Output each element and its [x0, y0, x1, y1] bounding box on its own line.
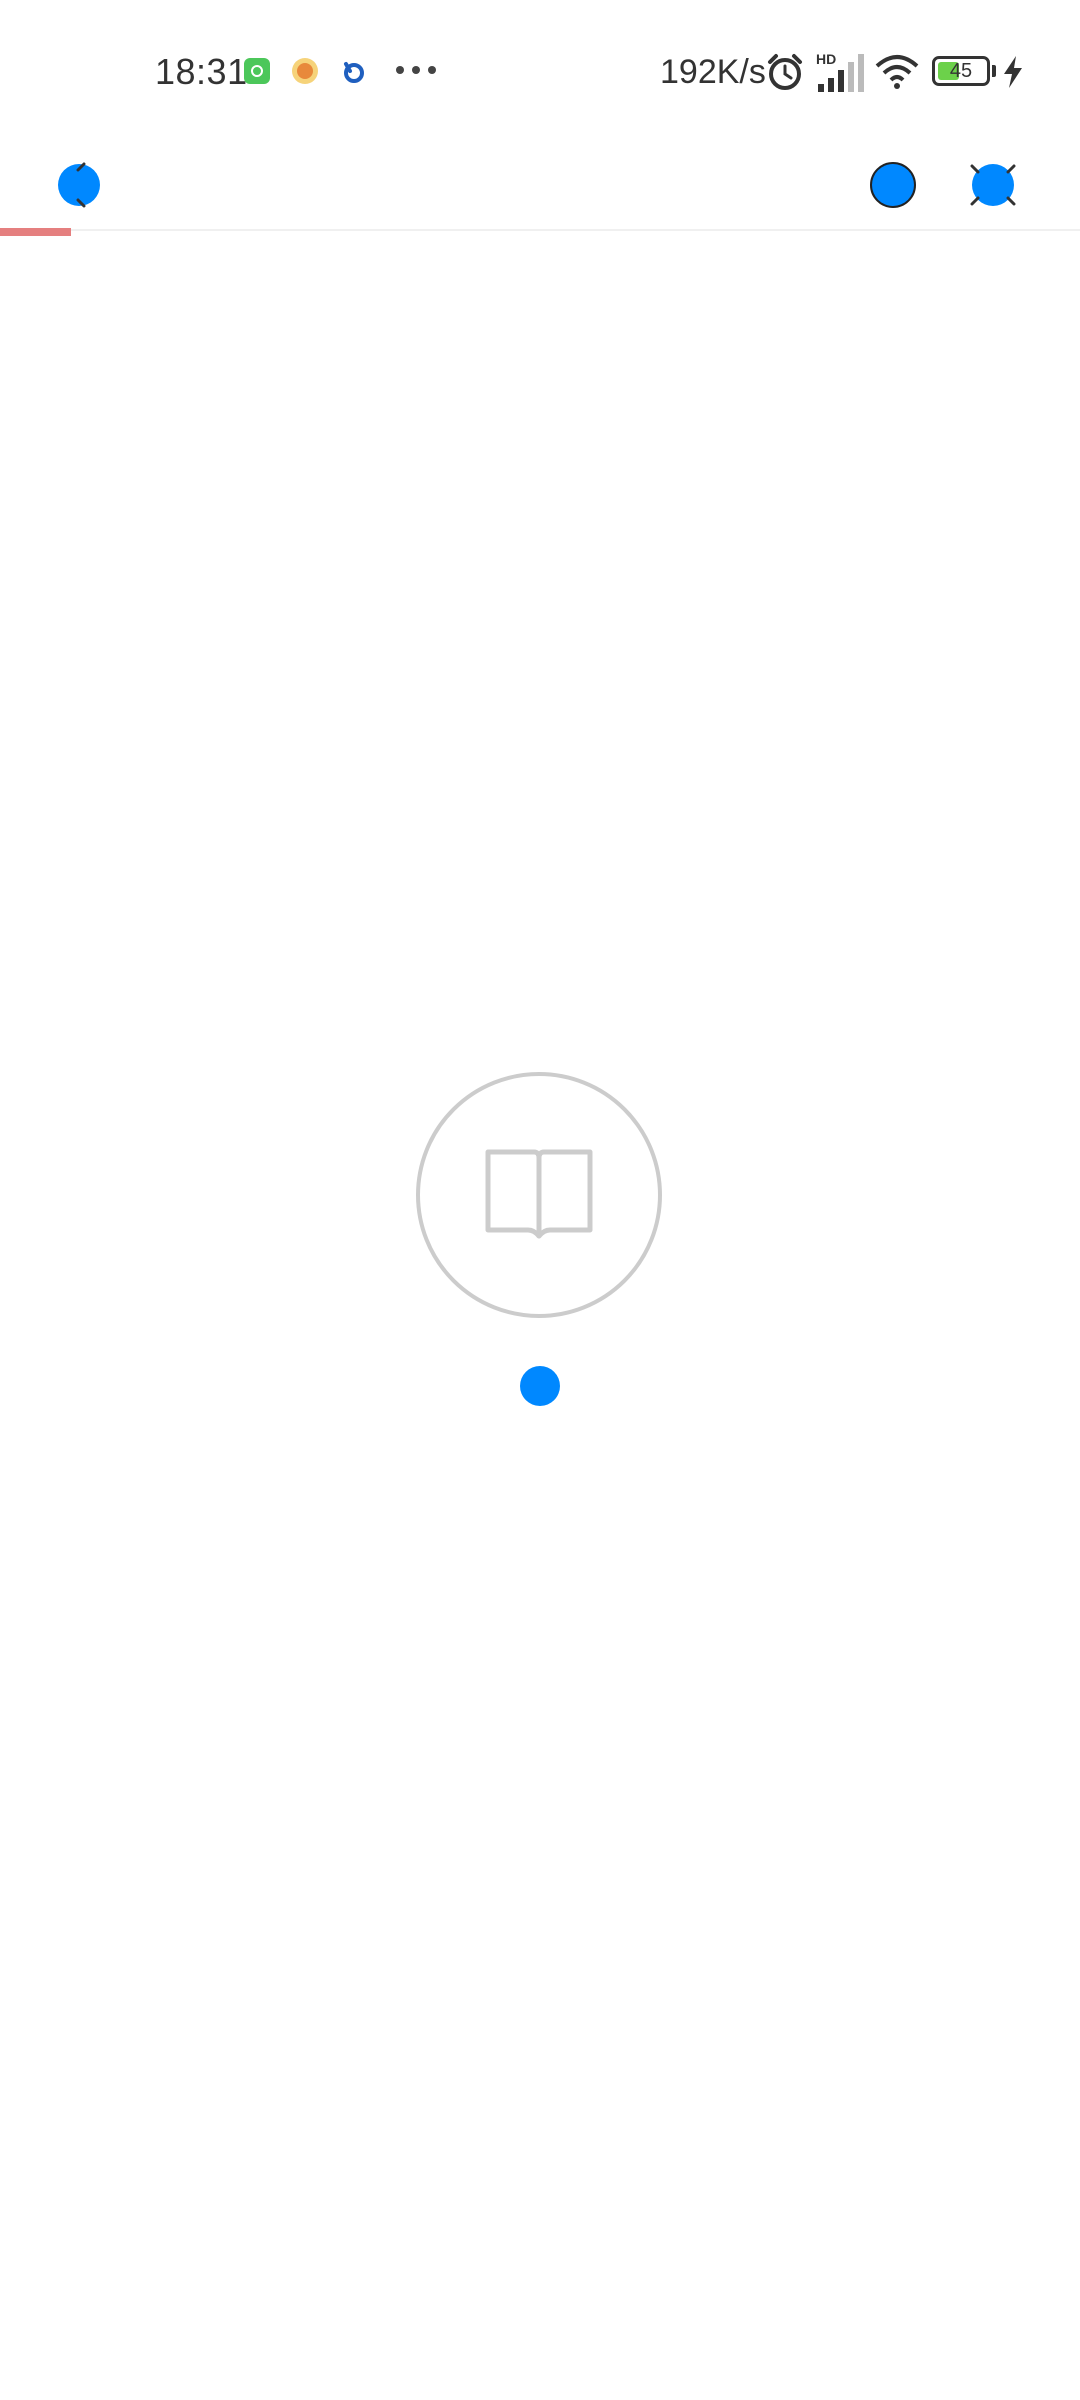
open-book-icon: [485, 1149, 593, 1239]
more-dots-icon: [396, 66, 436, 76]
network-speed: 192K/s: [660, 53, 766, 91]
refresh-icon: [872, 164, 914, 206]
app-blue-icon: [340, 58, 366, 84]
loading-indicator: [520, 1366, 560, 1406]
back-chevron-icon: [76, 162, 86, 208]
battery-level: 45: [949, 60, 973, 82]
app-orange-icon: [292, 58, 318, 84]
close-x-icon: [970, 164, 1016, 206]
status-bar: 18:31 192K/s HD 45: [0, 0, 1080, 140]
charging-icon: [1004, 56, 1022, 88]
status-time: 18:31: [155, 51, 248, 92]
reader-placeholder: [416, 1072, 662, 1318]
battery-icon: 45: [932, 56, 990, 86]
signal-icon: [818, 54, 864, 92]
page-load-progress-fill: [0, 228, 72, 236]
back-button[interactable]: [56, 162, 102, 208]
refresh-button[interactable]: [870, 162, 916, 208]
app-bar: [0, 140, 1080, 230]
battery-tip: [992, 65, 996, 77]
close-button[interactable]: [970, 162, 1016, 208]
page-load-progress: [0, 228, 1080, 236]
alarm-icon: [768, 54, 802, 90]
wifi-icon: [875, 55, 919, 89]
app-green-icon: [244, 58, 270, 84]
